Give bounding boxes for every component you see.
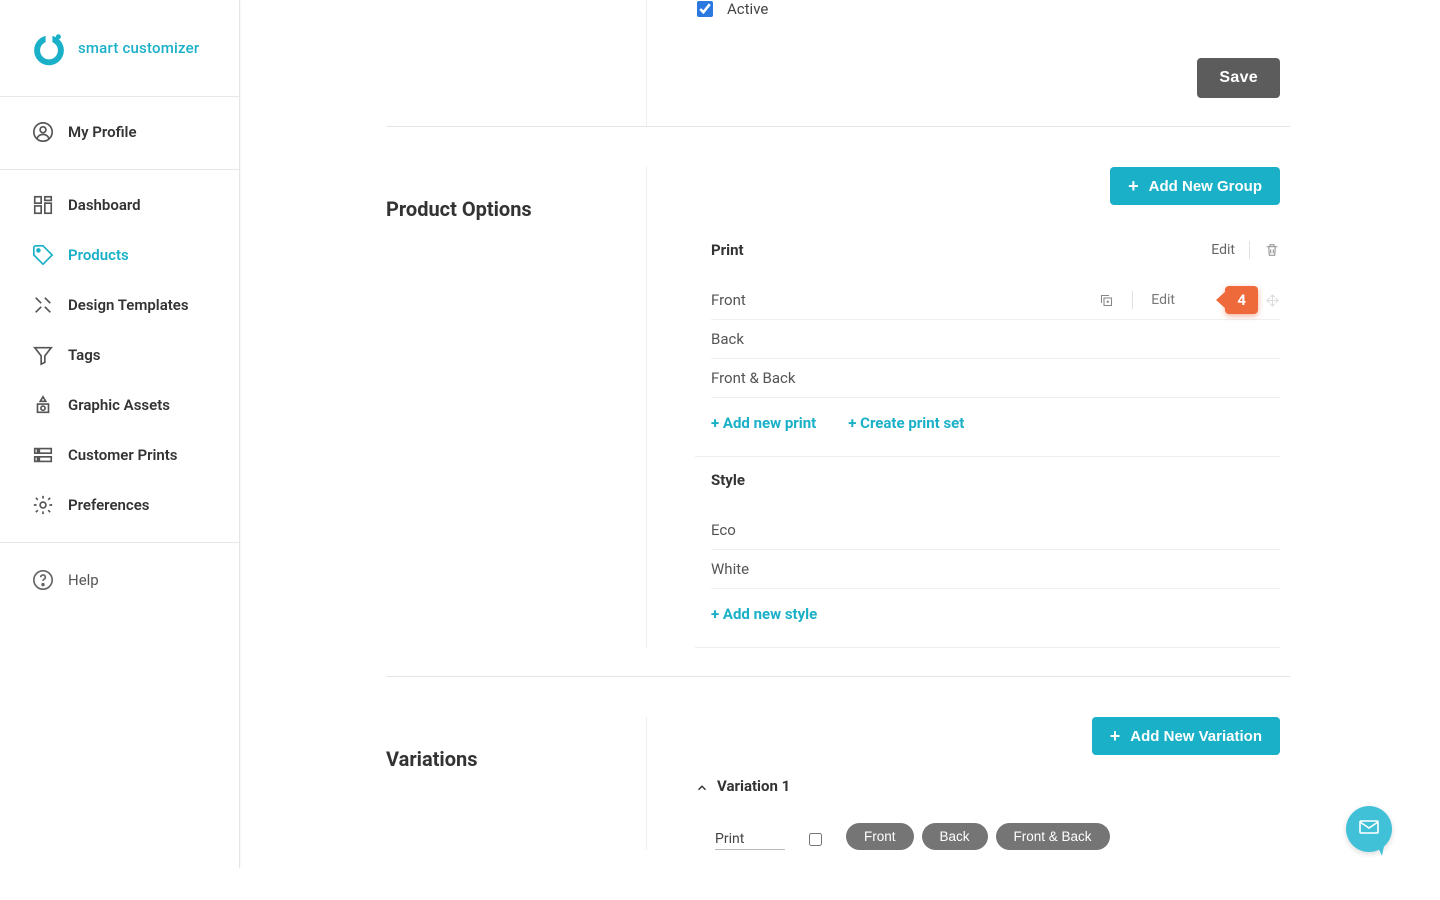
section-divider <box>386 126 1290 127</box>
duplicate-icon[interactable] <box>1099 293 1114 308</box>
option-group-print: Print Edit Front <box>695 227 1280 457</box>
plus-icon: + <box>1110 727 1121 745</box>
plus-icon: + <box>1128 177 1139 195</box>
save-button[interactable]: Save <box>1197 58 1280 98</box>
section-title-variations: Variations <box>386 747 646 771</box>
variation-pill[interactable]: Back <box>922 823 988 850</box>
mail-icon <box>1357 815 1381 843</box>
chevron-up-icon <box>695 777 709 795</box>
option-label: Front <box>711 291 746 309</box>
main-content: Active Save Product Options + Add New Gr… <box>240 0 1440 890</box>
sidebar: smart customizer My Profile Dashboard <box>0 0 240 868</box>
variation-attr-checkbox[interactable] <box>809 833 822 846</box>
variation-pill[interactable]: Front & Back <box>996 823 1110 850</box>
filter-icon <box>32 344 54 366</box>
variation-toggle[interactable]: Variation 1 <box>695 777 1280 795</box>
add-new-style-link[interactable]: + Add new style <box>711 605 817 623</box>
add-new-group-button[interactable]: + Add New Group <box>1110 167 1280 205</box>
tag-icon <box>32 244 54 266</box>
sidebar-item-preferences[interactable]: Preferences <box>0 480 239 530</box>
option-label: Front & Back <box>711 369 796 387</box>
sidebar-item-graphic-assets[interactable]: Graphic Assets <box>0 380 239 430</box>
sidebar-item-label: My Profile <box>68 123 137 141</box>
gear-icon <box>32 494 54 516</box>
option-row[interactable]: Eco <box>711 511 1280 550</box>
sidebar-item-tags[interactable]: Tags <box>0 330 239 380</box>
sidebar-item-help[interactable]: Help <box>0 555 239 605</box>
separator <box>1132 291 1133 309</box>
variation-body: Print Front Back Front & Back <box>695 795 1280 850</box>
sidebar-item-design-templates[interactable]: Design Templates <box>0 280 239 330</box>
variation-pill-row: Front Back Front & Back <box>846 823 1110 850</box>
dashboard-icon <box>32 194 54 216</box>
create-print-set-link[interactable]: + Create print set <box>848 414 964 432</box>
user-circle-icon <box>32 121 54 143</box>
option-group-title: Print <box>711 241 744 259</box>
sidebar-item-label: Help <box>68 571 99 589</box>
option-group-title: Style <box>711 471 745 489</box>
sidebar-item-dashboard[interactable]: Dashboard <box>0 180 239 230</box>
sidebar-item-label: Design Templates <box>68 296 189 314</box>
chat-fab[interactable] <box>1346 806 1392 852</box>
separator <box>1249 241 1250 259</box>
add-new-group-label: Add New Group <box>1149 178 1262 195</box>
assets-icon <box>32 394 54 416</box>
section-variations: Variations + Add New Variation Variation… <box>386 707 1290 850</box>
group-edit-link[interactable]: Edit <box>1211 242 1235 258</box>
option-group-style: Style Eco White + Add new style <box>695 457 1280 648</box>
section-title-product-options: Product Options <box>386 197 646 221</box>
brand-logo-icon <box>32 30 66 66</box>
variation-title: Variation 1 <box>717 777 790 795</box>
brand-name: smart customizer <box>78 39 199 57</box>
tools-icon <box>32 294 54 316</box>
help-icon <box>32 569 54 591</box>
sidebar-item-products[interactable]: Products <box>0 230 239 280</box>
variation-attr-select[interactable]: Print <box>715 831 785 850</box>
add-new-variation-label: Add New Variation <box>1130 728 1262 745</box>
add-new-variation-button[interactable]: + Add New Variation <box>1092 717 1280 755</box>
row-edit-link[interactable]: Edit <box>1151 292 1175 308</box>
option-row[interactable]: Front Edit <box>711 281 1280 320</box>
active-checkbox[interactable] <box>697 1 713 17</box>
option-row[interactable]: White <box>711 550 1280 589</box>
prints-icon <box>32 444 54 466</box>
sidebar-item-label: Preferences <box>68 496 150 514</box>
section-product-options: Product Options + Add New Group Print Ed… <box>386 157 1290 648</box>
section-divider <box>386 676 1290 677</box>
sidebar-item-label: Products <box>68 246 129 264</box>
active-label: Active <box>727 0 768 18</box>
sidebar-item-label: Customer Prints <box>68 446 178 464</box>
option-label: White <box>711 560 749 578</box>
add-new-print-link[interactable]: + Add new print <box>711 414 816 432</box>
brand-logo-row: smart customizer <box>0 0 239 97</box>
sidebar-item-my-profile[interactable]: My Profile <box>0 107 239 157</box>
variation-pill[interactable]: Front <box>846 823 914 850</box>
step-badge: 4 <box>1225 286 1258 314</box>
option-label: Eco <box>711 521 736 539</box>
active-checkbox-row: Active <box>697 0 1280 18</box>
sidebar-item-label: Dashboard <box>68 196 141 214</box>
sidebar-item-customer-prints[interactable]: Customer Prints <box>0 430 239 480</box>
trash-icon[interactable] <box>1264 242 1280 258</box>
sidebar-item-label: Graphic Assets <box>68 396 170 414</box>
drag-handle-icon[interactable] <box>1265 293 1280 308</box>
sidebar-divider <box>0 542 239 543</box>
option-row[interactable]: Back <box>711 320 1280 359</box>
sidebar-item-label: Tags <box>68 346 101 364</box>
option-row[interactable]: Front & Back <box>711 359 1280 398</box>
option-label: Back <box>711 330 744 348</box>
